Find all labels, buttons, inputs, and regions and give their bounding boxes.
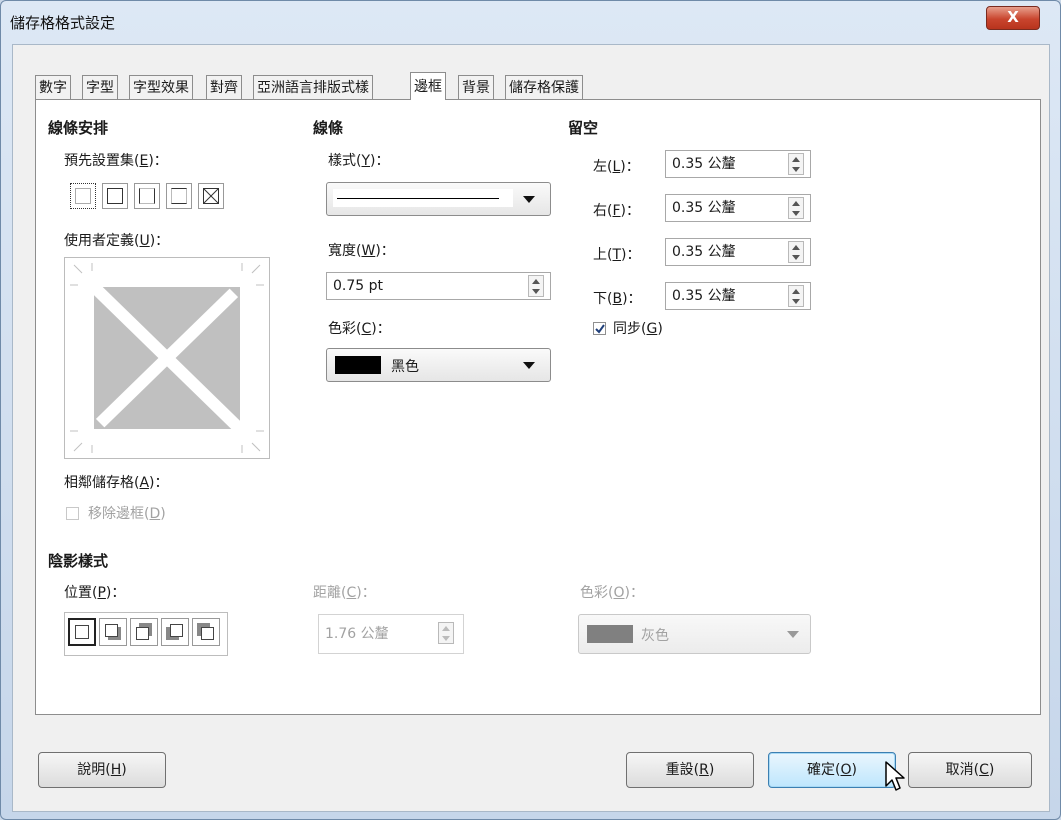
remove-border-checkbox[interactable] [66, 507, 79, 520]
chevron-down-icon [523, 196, 535, 203]
sync-checkbox[interactable] [593, 322, 606, 335]
shadow-distance-spinner[interactable] [438, 622, 454, 644]
tab-asian-typography[interactable]: 亞洲語言排版式樣 [253, 75, 373, 99]
preset-top-bottom-borders[interactable] [166, 183, 192, 209]
padding-right-label: 右(F)： [593, 203, 640, 219]
line-style-dropdown[interactable] [326, 182, 551, 216]
remove-border-label: 移除邊框(D) [88, 506, 166, 522]
user-defined-label: 使用者定義(U)： [64, 233, 170, 249]
tab-borders[interactable]: 邊框 [410, 72, 446, 100]
sync-label: 同步(G) [613, 321, 663, 337]
shadow-top-left-option[interactable] [192, 618, 220, 646]
tab-font[interactable]: 字型 [82, 75, 118, 99]
chevron-down-icon [787, 631, 799, 638]
shadow-top-right-option[interactable] [130, 618, 158, 646]
line-arrangement-heading: 線條安排 [48, 119, 109, 137]
padding-left-spinner[interactable] [788, 153, 804, 175]
reset-button[interactable]: 重設(R) [626, 752, 754, 788]
shadow-bottom-left-option[interactable] [161, 618, 189, 646]
preset-outer-border[interactable] [102, 183, 128, 209]
help-button[interactable]: 說明(H) [38, 752, 166, 788]
padding-right-spinner[interactable] [788, 197, 804, 219]
presets-label: 預先設置集(E)： [64, 153, 168, 169]
tab-background[interactable]: 背景 [458, 75, 494, 99]
cancel-button[interactable]: 取消(C) [908, 752, 1032, 788]
shadow-bottom-right-option[interactable] [99, 618, 127, 646]
checkmark-icon [595, 324, 605, 334]
padding-heading: 留空 [568, 119, 599, 137]
shadow-position-label: 位置(P)： [64, 585, 126, 601]
line-style-preview [333, 189, 513, 207]
line-color-label: 色彩(C)： [328, 321, 391, 337]
adjacent-cells-label: 相鄰儲存格(A)： [64, 475, 169, 491]
window-title: 儲存格格式設定 [10, 14, 116, 32]
shadow-color-value: 灰色 [641, 628, 669, 644]
tab-alignment[interactable]: 對齊 [206, 75, 242, 99]
line-color-dropdown[interactable]: 黑色 [326, 348, 551, 382]
line-style-label: 樣式(Y)： [328, 153, 390, 169]
mouse-cursor-icon [885, 761, 905, 791]
padding-bottom-spinner[interactable] [788, 285, 804, 307]
line-heading: 線條 [313, 119, 344, 137]
tab-font-effects[interactable]: 字型效果 [129, 75, 193, 99]
shadow-color-label: 色彩(O)： [580, 585, 644, 601]
line-color-swatch [335, 356, 381, 374]
line-width-label: 寬度(W)： [328, 243, 395, 259]
padding-left-label: 左(L)： [593, 159, 640, 175]
tab-number[interactable]: 數字 [35, 75, 71, 99]
diagonal-cross-icon [203, 188, 219, 204]
preset-no-borders[interactable] [70, 183, 96, 209]
ok-button[interactable]: 確定(O) [768, 752, 896, 788]
chevron-down-icon [523, 362, 535, 369]
preset-left-right-borders[interactable] [134, 183, 160, 209]
line-width-field[interactable]: 0.75 pt [326, 272, 551, 300]
padding-bottom-label: 下(B)： [593, 291, 642, 307]
line-width-spinner[interactable] [528, 275, 544, 297]
padding-top-spinner[interactable] [788, 241, 804, 263]
close-button[interactable]: X [986, 6, 1040, 30]
line-color-value: 黑色 [391, 359, 419, 375]
shadow-distance-label: 距離(C)： [313, 585, 376, 601]
shadow-color-dropdown[interactable]: 灰色 [578, 614, 811, 654]
shadow-style-heading: 陰影樣式 [48, 552, 109, 570]
shadow-none-option[interactable] [68, 618, 96, 646]
user-defined-border-canvas[interactable] [64, 257, 270, 459]
tab-cell-protection[interactable]: 儲存格保護 [505, 75, 583, 99]
preset-diagonal-borders[interactable] [198, 183, 224, 209]
padding-top-label: 上(T)： [593, 247, 641, 263]
shadow-color-swatch [587, 625, 633, 643]
